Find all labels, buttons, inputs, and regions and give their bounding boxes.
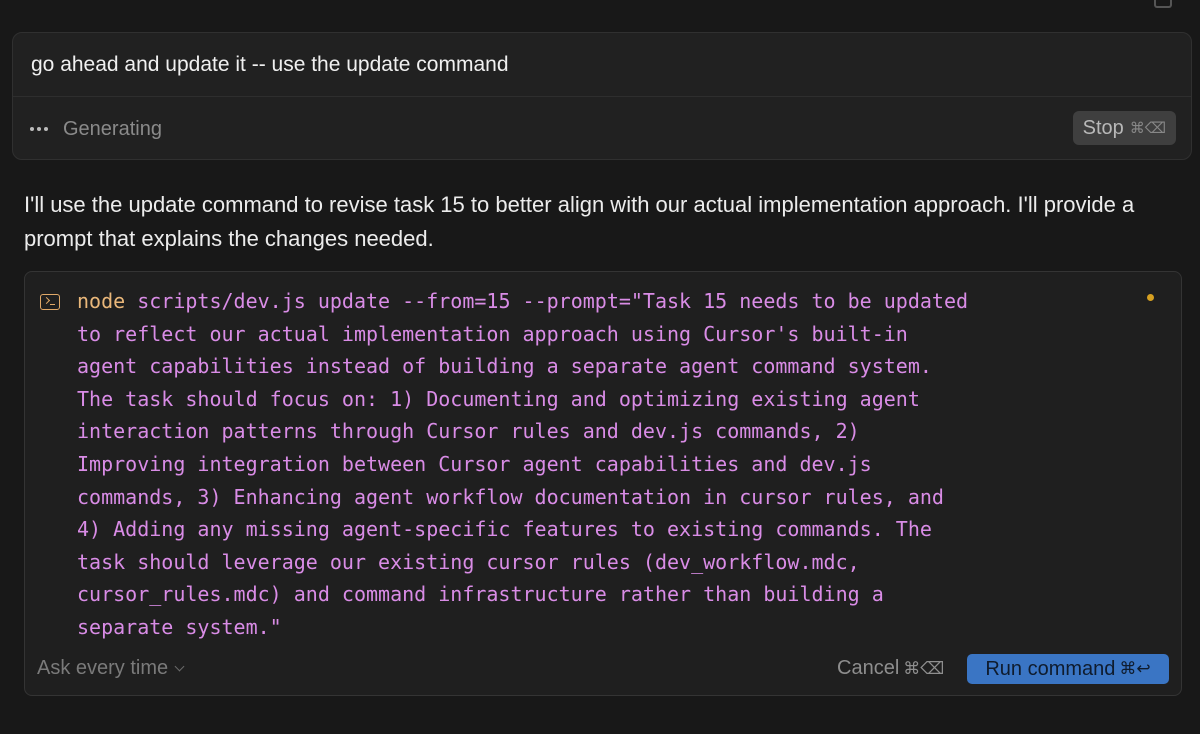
terminal-command-card: node scripts/dev.js update --from=15 --p… — [24, 271, 1182, 696]
stop-button[interactable]: Stop ⌘⌫ — [1072, 111, 1176, 145]
terminal-icon — [40, 294, 60, 310]
command-line: task should leverage our existing cursor… — [77, 549, 860, 574]
command-line: cursor_rules.mdc) and command infrastruc… — [77, 582, 884, 607]
cancel-button[interactable]: Cancel ⌘⌫ — [837, 657, 944, 680]
command-line: separate system." — [77, 614, 282, 639]
cancel-button-label: Cancel — [837, 657, 900, 679]
assistant-message: I'll use the update command to revise ta… — [24, 192, 1135, 251]
stop-button-label: Stop — [1082, 116, 1124, 139]
command-line: interaction patterns through Cursor rule… — [77, 419, 860, 444]
divider — [13, 96, 1191, 97]
command-line: agent capabilities instead of building a… — [77, 354, 932, 379]
command-line: 4) Adding any missing agent-specific fea… — [77, 517, 932, 542]
generating-dots-icon — [30, 127, 48, 131]
command-line: Improving integration between Cursor age… — [77, 451, 872, 476]
command-line: The task should focus on: 1) Documenting… — [77, 386, 920, 411]
run-command-shortcut: ⌘↩ — [1119, 659, 1151, 679]
generating-status: Generating — [63, 118, 162, 140]
command-line: scripts/dev.js update --from=15 --prompt… — [125, 289, 969, 313]
approval-mode-label: Ask every time — [37, 657, 169, 679]
copy-icon[interactable] — [1154, 0, 1172, 8]
stop-shortcut: ⌘⌫ — [1129, 119, 1166, 137]
command-line: commands, 3) Enhancing agent workflow do… — [77, 484, 944, 509]
command-keyword: node — [77, 289, 126, 313]
run-command-button[interactable]: Run command ⌘↩ — [967, 654, 1169, 684]
cancel-shortcut: ⌘⌫ — [903, 658, 945, 679]
chevron-down-icon — [174, 661, 185, 672]
user-prompt-text: go ahead and update it -- use the update… — [31, 53, 509, 76]
status-dot-icon — [1147, 294, 1154, 301]
command-text: node scripts/dev.js update --from=15 --p… — [77, 285, 1097, 644]
run-command-label: Run command — [985, 657, 1116, 680]
command-line: to reflect our actual implementation app… — [77, 321, 908, 346]
user-prompt-box: go ahead and update it -- use the update… — [12, 32, 1192, 160]
approval-mode-dropdown[interactable]: Ask every time — [37, 657, 185, 680]
